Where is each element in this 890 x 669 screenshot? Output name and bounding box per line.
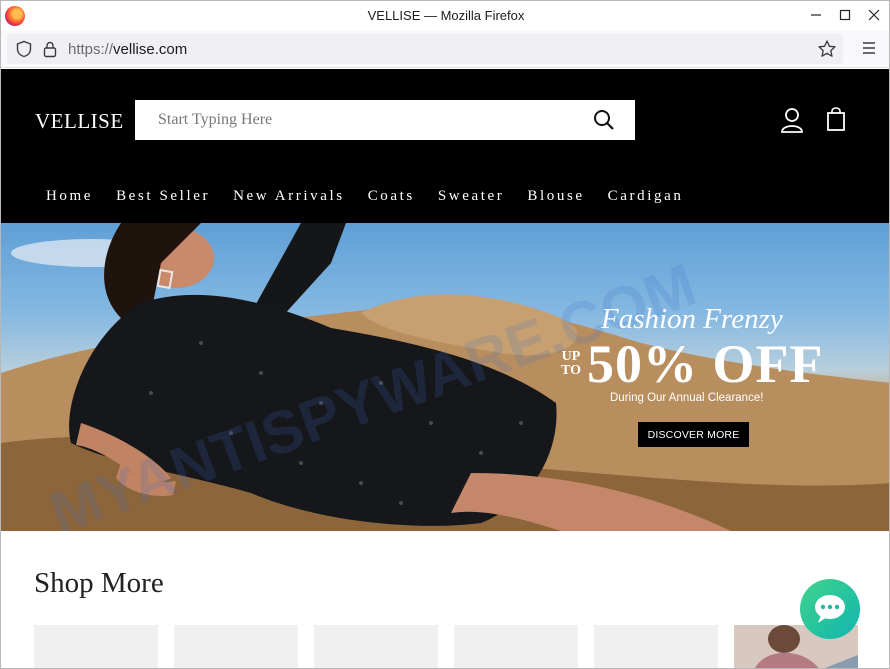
shopping-bag-icon[interactable] (826, 107, 846, 131)
minimize-icon (811, 14, 821, 16)
hero-subtext: During Our Annual Clearance! (610, 392, 764, 404)
search-input[interactable] (135, 100, 585, 140)
nav-home[interactable]: Home (46, 188, 93, 205)
account-icon[interactable] (780, 107, 804, 133)
address-bar[interactable]: https://vellise.com (7, 34, 843, 64)
hero-up-to: UP TO (559, 350, 583, 378)
site-header: VELLISE Home Best Seller New Arrivals Co… (1, 69, 889, 223)
discover-more-button[interactable]: DISCOVER MORE (638, 422, 749, 447)
nav-best-seller[interactable]: Best Seller (116, 188, 210, 205)
shield-icon[interactable] (15, 40, 33, 58)
hero-banner[interactable]: MYANTISPYWARE.COM Fashion Frenzy UP TO 50… (1, 223, 889, 531)
product-card[interactable] (594, 625, 718, 668)
site-logo[interactable]: VELLISE (35, 109, 124, 134)
minimize-button[interactable] (801, 3, 831, 27)
search-icon[interactable] (593, 109, 615, 131)
close-icon (868, 9, 880, 21)
maximize-button[interactable] (830, 3, 860, 27)
bookmark-star-icon[interactable] (817, 39, 837, 59)
url-scheme: https:// (68, 41, 114, 58)
browser-window: VELLISE — Mozilla Firefox https://vellis… (0, 0, 890, 669)
chat-bubble-icon (815, 595, 845, 623)
nav-coats[interactable]: Coats (368, 188, 415, 205)
product-card[interactable] (34, 625, 158, 668)
lock-icon[interactable] (42, 40, 58, 58)
hero-headline: Fashion Frenzy (601, 303, 783, 335)
section-title: Shop More (34, 567, 164, 599)
url-host: vellise.com (113, 41, 188, 58)
hero-discount: 50% OFF (587, 334, 824, 394)
chat-button[interactable] (800, 579, 860, 639)
nav-sweater[interactable]: Sweater (438, 188, 505, 205)
search-box (135, 100, 635, 140)
nav-blouse[interactable]: Blouse (527, 188, 584, 205)
product-card[interactable] (454, 625, 578, 668)
up-to-line1: UP (561, 349, 581, 364)
hamburger-menu-icon[interactable] (861, 41, 877, 55)
title-bar: VELLISE — Mozilla Firefox (1, 1, 889, 31)
window-title: VELLISE — Mozilla Firefox (367, 8, 525, 23)
navigation-toolbar: https://vellise.com (1, 31, 889, 68)
nav-new-arrivals[interactable]: New Arrivals (233, 188, 345, 205)
product-card[interactable] (174, 625, 298, 668)
nav-cardigan[interactable]: Cardigan (608, 188, 684, 205)
maximize-icon (839, 9, 851, 21)
main-nav: Home Best Seller New Arrivals Coats Swea… (46, 188, 706, 205)
product-card[interactable] (314, 625, 438, 668)
url-text[interactable]: https://vellise.com (68, 41, 187, 58)
close-button[interactable] (859, 3, 889, 27)
up-to-line2: TO (561, 363, 581, 378)
